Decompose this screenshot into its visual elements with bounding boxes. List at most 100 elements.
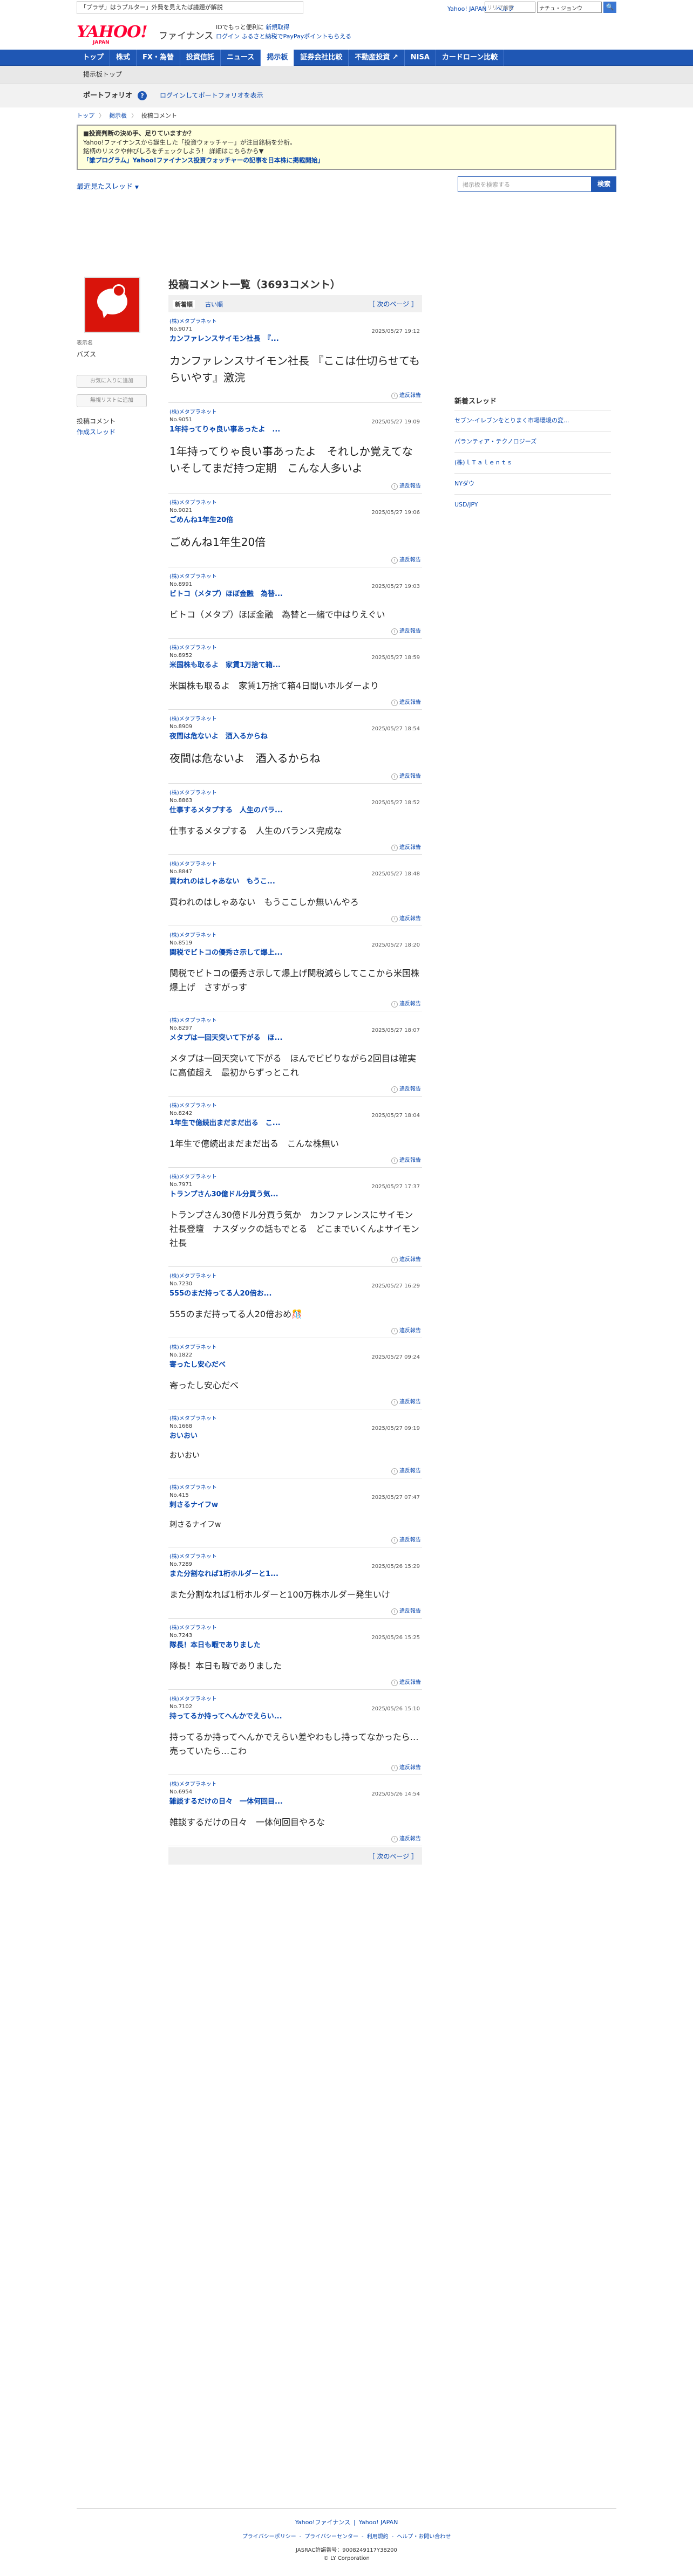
report-link[interactable]: 違反報告 bbox=[399, 557, 421, 563]
nav-item[interactable]: 投資信託 bbox=[180, 50, 221, 66]
report-link[interactable]: 違反報告 bbox=[399, 1537, 421, 1543]
tab-newest[interactable]: 新着順 bbox=[173, 300, 195, 309]
board-search-input[interactable]: 掲示板を検索する bbox=[458, 176, 592, 192]
comment-item: (株)メタプラネット No.8847 2025/05/27 18:48 買われのはしゃ… bbox=[168, 855, 422, 926]
comment-stock-link[interactable]: (株)メタプラネット bbox=[169, 572, 421, 580]
breadcrumb-board[interactable]: 掲示板 bbox=[109, 112, 127, 119]
report-link[interactable]: 違反報告 bbox=[399, 773, 421, 779]
new-thread-link[interactable]: NYダウ bbox=[454, 473, 611, 494]
comment-item: (株)メタプラネット No.8909 2025/05/27 18:54 夜間は危ないよ… bbox=[168, 710, 422, 784]
footer-link[interactable]: 利用規約 bbox=[367, 2534, 389, 2540]
top-bar: 「プラザ」はうプルター」外費を見えたば議題が解説 Yahoo! JAPAN ヘル… bbox=[77, 0, 616, 16]
yahoo-japan-link[interactable]: Yahoo! JAPAN bbox=[447, 5, 487, 12]
nav-item[interactable]: 証券会社比較 bbox=[294, 50, 349, 66]
portfolio-login-link[interactable]: ログインしてポートフォリオを表示 bbox=[160, 84, 263, 108]
report-link[interactable]: 違反報告 bbox=[399, 1468, 421, 1474]
comment-body: 米国株も取るよ 家賃1万捨て箱4日間いホルダーより bbox=[169, 681, 379, 691]
signup-link[interactable]: 新規取得 bbox=[266, 24, 289, 31]
report-link[interactable]: 違反報告 bbox=[399, 483, 421, 489]
report-icon: ! bbox=[391, 1836, 398, 1842]
comment-stock-link[interactable]: (株)メタプラネット bbox=[169, 930, 421, 938]
comment-stock-link[interactable]: (株)メタプラネット bbox=[169, 1623, 421, 1631]
comment-stock-link[interactable]: (株)メタプラネット bbox=[169, 1694, 421, 1702]
nav-item[interactable]: 不動産投資 ↗ bbox=[349, 50, 405, 66]
comment-stock-link[interactable]: (株)メタプラネット bbox=[169, 1552, 421, 1560]
board-top-link[interactable]: 掲示板トップ bbox=[83, 71, 122, 78]
footer-link[interactable]: Yahoo! JAPAN bbox=[359, 2519, 398, 2526]
breadcrumb-top[interactable]: トップ bbox=[77, 112, 94, 119]
logo-yahoo: YAHOO! bbox=[77, 23, 148, 42]
report-link[interactable]: 違反報告 bbox=[399, 916, 421, 922]
report-link[interactable]: 違反報告 bbox=[399, 1608, 421, 1614]
report-link[interactable]: 違反報告 bbox=[399, 393, 421, 399]
footer-link[interactable]: プライバシーポリシー bbox=[242, 2534, 296, 2540]
breadcrumb: トップ〉掲示板〉投稿コメント bbox=[77, 107, 616, 125]
comment-stock-link[interactable]: (株)メタプラネット bbox=[169, 1779, 421, 1787]
comment-stock-link[interactable]: (株)メタプラネット bbox=[169, 788, 421, 796]
footer-link[interactable]: ヘルプ・お問い合わせ bbox=[397, 2534, 451, 2540]
promo-banner[interactable]: 「プラザ」はうプルター」外費を見えたば議題が解説 bbox=[77, 1, 303, 14]
new-thread-link[interactable]: (株)ｌＴａｌｅｎｔｓ bbox=[454, 452, 611, 473]
next-page-link[interactable]: ［ 次のページ ］ bbox=[369, 299, 418, 309]
furusato-link[interactable]: ふるさと納税でPayPayポイントもらえる bbox=[242, 33, 351, 40]
nav-item[interactable]: カードローン比較 bbox=[436, 50, 505, 66]
board-search-button[interactable]: 検索 bbox=[592, 176, 616, 192]
report-link[interactable]: 違反報告 bbox=[399, 1157, 421, 1163]
report-link[interactable]: 違反報告 bbox=[399, 1836, 421, 1842]
footer-link[interactable]: Yahoo!ファイナンス bbox=[295, 2519, 350, 2526]
comment-stock-link[interactable]: (株)メタプラネット bbox=[169, 1172, 421, 1180]
report-link[interactable]: 違反報告 bbox=[399, 628, 421, 634]
nav-item[interactable]: 株式 bbox=[110, 50, 137, 66]
report-link[interactable]: 違反報告 bbox=[399, 1399, 421, 1405]
comment-stock-link[interactable]: (株)メタプラネット bbox=[169, 498, 421, 506]
nav-item[interactable]: FX・為替 bbox=[137, 50, 180, 66]
new-thread-link[interactable]: USD/JPY bbox=[454, 494, 611, 515]
login-link[interactable]: ログイン bbox=[216, 33, 240, 40]
comment-stock-link[interactable]: (株)メタプラネット bbox=[169, 1101, 421, 1109]
top-search-input[interactable]: リリプ検索 bbox=[485, 2, 535, 13]
report-icon: ! bbox=[391, 557, 398, 564]
footer-link[interactable]: プライバシーセンター bbox=[304, 2534, 358, 2540]
comment-body: 雑談するだけの日々 一体何回目やろな bbox=[169, 1817, 325, 1827]
nav-item[interactable]: ニュース bbox=[221, 50, 261, 66]
menu-created-threads[interactable]: 作成スレッド bbox=[77, 428, 116, 436]
new-thread-link[interactable]: パランティア・テクノロジーズ bbox=[454, 431, 611, 452]
yahoo-finance-logo[interactable]: YAHOO! JAPAN ファイナンス bbox=[77, 23, 213, 46]
report-link[interactable]: 違反報告 bbox=[399, 1086, 421, 1092]
report-link[interactable]: 違反報告 bbox=[399, 1257, 421, 1263]
comment-body: メタプは一回天突いて下がる ほんでビビりながら2回目は確実に高値超え 最初からず… bbox=[169, 1053, 416, 1078]
recent-threads-dropdown[interactable]: 最近見たスレッド ▼ bbox=[77, 181, 139, 191]
comment-stock-link[interactable]: (株)メタプラネット bbox=[169, 407, 421, 415]
report-link[interactable]: 違反報告 bbox=[399, 1001, 421, 1007]
report-link[interactable]: 違反報告 bbox=[399, 1328, 421, 1334]
logo-row: YAHOO! JAPAN ファイナンス IDでもっと便利に 新規取得 ログイン … bbox=[77, 16, 616, 50]
comment-stock-link[interactable]: (株)メタプラネット bbox=[169, 1271, 421, 1279]
comment-stock-link[interactable]: (株)メタプラネット bbox=[169, 1414, 421, 1422]
nav-item[interactable]: 掲示板 bbox=[261, 50, 295, 66]
top-search-select[interactable]: ナチュ・ジョンウ bbox=[537, 2, 602, 13]
top-search-button[interactable]: 🔍 bbox=[603, 2, 616, 13]
report-link[interactable]: 違反報告 bbox=[399, 1680, 421, 1686]
add-ignore-button[interactable]: 無視リストに追加 bbox=[77, 394, 147, 407]
comment-stock-link[interactable]: (株)メタプラネット bbox=[169, 1016, 421, 1024]
comment-stock-link[interactable]: (株)メタプラネット bbox=[169, 643, 421, 651]
report-link[interactable]: 違反報告 bbox=[399, 700, 421, 705]
comment-date: 2025/05/27 19:09 bbox=[371, 419, 420, 425]
report-link[interactable]: 違反報告 bbox=[399, 845, 421, 851]
comment-stock-link[interactable]: (株)メタプラネット bbox=[169, 1342, 421, 1351]
comment-stock-link[interactable]: (株)メタプラネット bbox=[169, 714, 421, 722]
add-favorite-button[interactable]: お気に入りに追加 bbox=[77, 375, 147, 388]
tab-oldest[interactable]: 古い順 bbox=[205, 300, 223, 309]
nav-item[interactable]: NISA bbox=[405, 50, 436, 66]
notice-link[interactable]: 「誰プログラム」Yahoo!ファイナンス投資ウォッチャーの記事を日本株に掲載開始… bbox=[83, 156, 610, 165]
nav-item[interactable]: トップ bbox=[77, 50, 111, 66]
report-icon: ! bbox=[391, 916, 398, 922]
comment-stock-link[interactable]: (株)メタプラネット bbox=[169, 317, 421, 325]
next-page-link-bottom[interactable]: ［ 次のページ ］ bbox=[369, 1852, 418, 1861]
comment-stock-link[interactable]: (株)メタプラネット bbox=[169, 1483, 421, 1491]
comment-stock-link[interactable]: (株)メタプラネット bbox=[169, 859, 421, 867]
help-icon[interactable]: ? bbox=[138, 91, 147, 100]
new-thread-link[interactable]: セブン-イレブンをとりまく市場環境の変... bbox=[454, 410, 611, 431]
report-link[interactable]: 違反報告 bbox=[399, 1765, 421, 1771]
thread-tools: 最近見たスレッド ▼ 掲示板を検索する 検索 bbox=[77, 174, 616, 196]
